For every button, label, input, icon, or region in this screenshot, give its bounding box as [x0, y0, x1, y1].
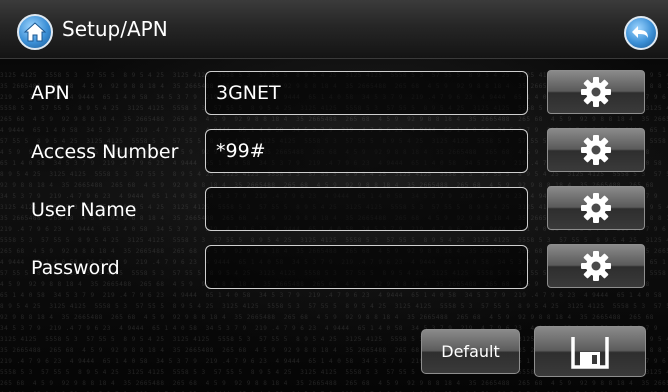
default-button[interactable]: Default: [421, 329, 520, 374]
access-number-settings-button[interactable]: [547, 128, 645, 172]
title-bar: Setup/APN: [0, 0, 668, 59]
home-button[interactable]: [17, 14, 53, 50]
access-number-label: Access Number: [31, 141, 179, 163]
gear-icon: [581, 135, 611, 165]
save-button[interactable]: [534, 326, 646, 377]
password-field[interactable]: [205, 245, 528, 289]
apn-setup-screen: 3125 4125 5558 5 3 57 55 5 8 9 5 4 25 31…: [0, 0, 668, 392]
apn-settings-button[interactable]: [547, 70, 645, 114]
save-icon: [571, 336, 609, 369]
user-name-field[interactable]: [205, 187, 528, 231]
home-icon: [23, 22, 47, 42]
apn-label: APN: [31, 82, 70, 104]
password-label: Password: [31, 257, 120, 279]
apn-field[interactable]: 3GNET: [205, 71, 528, 115]
password-settings-button[interactable]: [547, 244, 645, 288]
user-name-label: User Name: [31, 199, 137, 221]
back-arrow-icon: [632, 26, 648, 38]
gear-icon: [581, 193, 611, 223]
user-name-settings-button[interactable]: [547, 186, 645, 230]
page-title: Setup/APN: [62, 17, 168, 41]
access-number-field[interactable]: *99#: [205, 129, 528, 173]
back-button[interactable]: [624, 16, 658, 50]
gear-icon: [581, 77, 611, 107]
gear-icon: [581, 251, 611, 281]
